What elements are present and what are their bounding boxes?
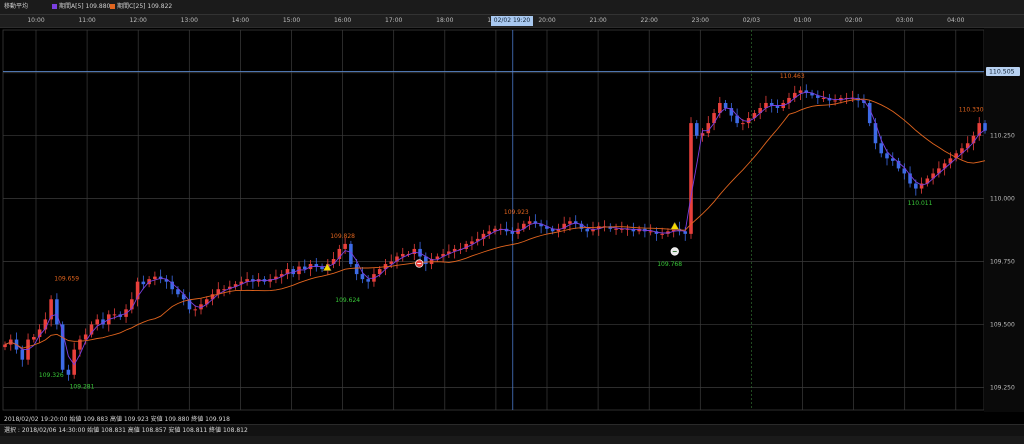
x-tick-label: 12:00 — [129, 17, 147, 24]
x-tick-label: 02/03 — [742, 17, 761, 24]
x-tick-label: 03:00 — [896, 17, 914, 24]
price-annotation: 110.011 — [908, 200, 933, 207]
candle-body — [95, 319, 100, 325]
x-tick-label: 16:00 — [333, 17, 352, 24]
candle-body — [568, 221, 572, 224]
price-chart[interactable]: 110.500110.250110.000109.750109.500109.2… — [0, 28, 1024, 412]
candle-body — [366, 279, 370, 282]
x-tick-label: 01:00 — [793, 17, 812, 24]
price-annotation: 109.828 — [330, 233, 355, 240]
candle-body — [741, 123, 745, 125]
candle-body — [331, 259, 336, 265]
y-tick-label: 109.500 — [990, 321, 1015, 328]
x-tick-label: 10:00 — [27, 17, 45, 24]
candle-body — [400, 253, 405, 257]
candle-body — [706, 123, 711, 134]
candle-body — [193, 309, 198, 311]
x-tick-label: 15:00 — [282, 17, 301, 24]
legend-series-short: 期間A[5] 109.880 — [52, 0, 110, 14]
legend-series-short-label: 期間A[5] 109.880 — [59, 3, 111, 10]
legend-swatch-orange — [110, 4, 115, 9]
candle-body — [821, 97, 826, 99]
candle-body — [3, 344, 7, 348]
x-tick-label: 22:00 — [640, 17, 658, 24]
y-tick-label: 110.000 — [990, 196, 1015, 203]
selected-ohlc-readout: 選択 : 2018/02/06 14:30:00 始値 108.831 高値 1… — [4, 427, 248, 434]
y-tick-label: 110.250 — [990, 133, 1015, 140]
price-annotation: 109.326 — [39, 372, 64, 379]
x-tick-label: 04:00 — [947, 17, 965, 24]
candle-body — [585, 228, 590, 232]
candle-body — [20, 349, 25, 360]
x-tick-label: 18:00 — [436, 17, 454, 24]
x-tick-label: 13:00 — [180, 17, 198, 24]
x-tick-label: 11:00 — [78, 17, 96, 24]
legend-bar: 移動平均 期間A[5] 109.880 期間C[25] 109.822 — [0, 0, 1024, 15]
x-tick-label: 17:00 — [385, 17, 403, 24]
candle-body — [885, 153, 889, 159]
candle-body — [660, 233, 664, 235]
candle-body — [614, 228, 618, 230]
current-price-label: 110.505 — [989, 69, 1015, 76]
legend-series-long: 期間C[25] 109.822 — [110, 0, 172, 14]
candle-body — [153, 276, 157, 280]
candle-body — [141, 281, 146, 285]
plot-frame — [2, 29, 985, 411]
candle-body — [354, 264, 359, 275]
crosshair-time-label: 02/02 19:20 — [490, 16, 534, 26]
candle-body — [648, 231, 653, 233]
candle-body — [983, 123, 987, 131]
price-annotation: 109.659 — [54, 275, 79, 282]
candle-body — [66, 369, 71, 375]
price-annotation: 109.923 — [504, 209, 529, 216]
bottom-scroll-strip[interactable] — [0, 436, 1024, 444]
legend-series-long-label: 期間C[25] 109.822 — [117, 3, 173, 10]
candle-body — [689, 123, 693, 234]
price-axis-panel — [984, 28, 1024, 412]
candle-body — [723, 102, 728, 109]
candle-body — [112, 314, 117, 316]
legend-swatch-purple — [52, 4, 57, 9]
y-tick-label: 109.750 — [990, 259, 1015, 266]
candle-body — [55, 299, 59, 325]
candle-body — [527, 221, 532, 224]
selected-ohlc-bar: 選択 : 2018/02/06 14:30:00 始値 108.831 高値 1… — [0, 424, 1024, 436]
candle-body — [32, 337, 36, 340]
candle-body — [833, 100, 837, 102]
time-axis: 10:00 11:00 12:00 13:00 14:00 15:00 16:00 17:00… — [0, 15, 1024, 28]
x-tick-label: 21:00 — [589, 17, 607, 24]
candle-body — [360, 274, 365, 280]
x-tick-label: 20:00 — [538, 17, 556, 24]
y-tick-label: 109.250 — [990, 384, 1015, 391]
candle-body — [879, 143, 884, 154]
x-tick-label: 14:00 — [231, 17, 250, 24]
hover-ohlc-readout: 2018/02/02 19:20:00 始値 109.883 高値 109.92… — [4, 416, 230, 423]
price-annotation: 110.463 — [780, 73, 805, 80]
candle-body — [694, 123, 699, 136]
x-tick-label: 23:00 — [691, 17, 709, 24]
candle-body — [343, 243, 347, 249]
price-annotation: 109.768 — [657, 261, 682, 268]
indicator-title[interactable]: 移動平均 — [4, 0, 28, 14]
price-annotation: 109.281 — [70, 384, 95, 391]
price-annotation: 109.624 — [335, 297, 360, 304]
candle-body — [798, 90, 803, 93]
x-tick-label: 02:00 — [844, 17, 863, 24]
price-annotation: 110.330 — [959, 107, 984, 114]
candle-body — [914, 183, 918, 189]
